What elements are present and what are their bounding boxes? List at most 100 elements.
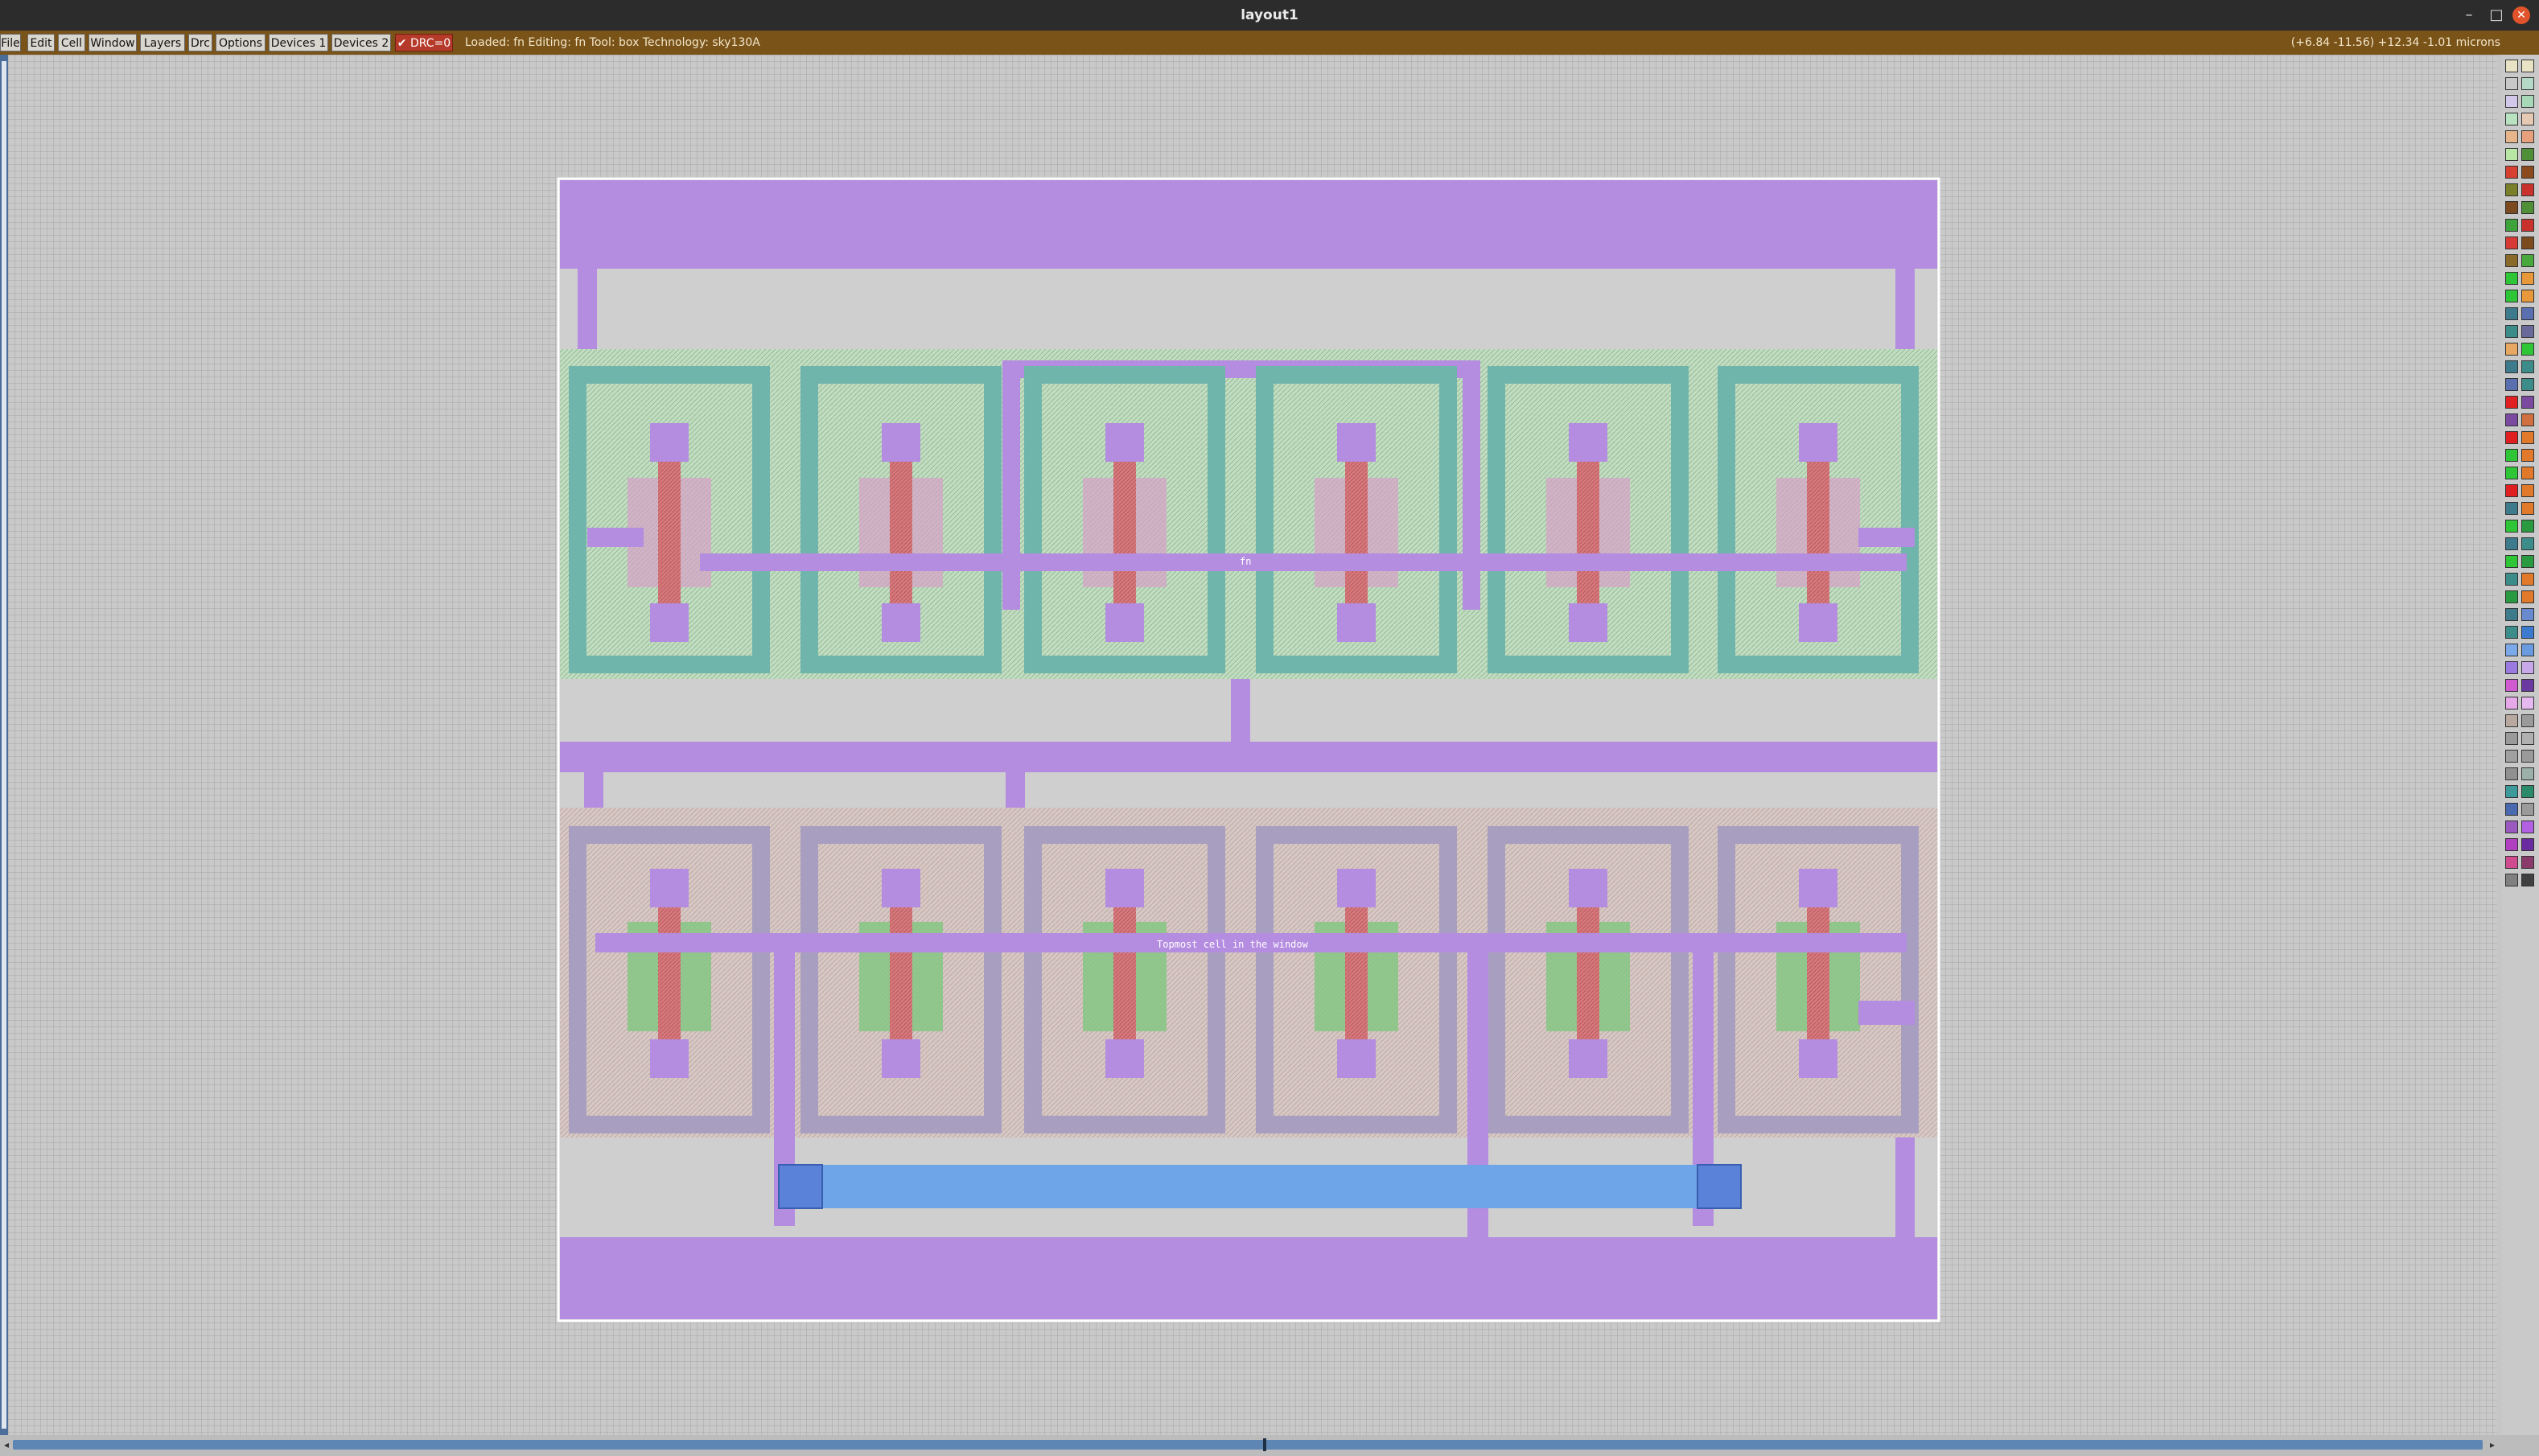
layer-swatch[interactable] — [2505, 520, 2518, 533]
layer-swatch[interactable] — [2521, 396, 2534, 409]
layer-swatch[interactable] — [2521, 272, 2534, 285]
layer-swatch[interactable] — [2521, 130, 2534, 143]
layer-swatch[interactable] — [2521, 821, 2534, 833]
layer-swatch[interactable] — [2505, 502, 2518, 515]
layer-swatch[interactable] — [2521, 732, 2534, 745]
layout-canvas[interactable]: fn Topmost cell in the window — [8, 55, 2497, 1435]
layer-swatch[interactable] — [2521, 520, 2534, 533]
layer-swatch[interactable] — [2505, 325, 2518, 338]
mid-bus[interactable] — [560, 742, 1937, 772]
layer-swatch[interactable] — [2521, 77, 2534, 90]
layer-swatch[interactable] — [2505, 360, 2518, 373]
layer-swatch[interactable] — [2505, 821, 2518, 833]
horizontal-scrollbar-track[interactable] — [13, 1440, 2483, 1450]
drc-status-button[interactable]: ✔ DRC=0 — [395, 34, 453, 51]
layer-swatch[interactable] — [2505, 413, 2518, 426]
menu-options[interactable]: Options — [216, 34, 265, 51]
layer-swatch[interactable] — [2505, 644, 2518, 656]
layer-swatch[interactable] — [2521, 644, 2534, 656]
layer-swatch[interactable] — [2505, 626, 2518, 639]
layer-swatch[interactable] — [2505, 396, 2518, 409]
layer-swatch[interactable] — [2521, 360, 2534, 373]
layer-swatch[interactable] — [2505, 130, 2518, 143]
layer-swatch[interactable] — [2505, 148, 2518, 161]
top-routing-left[interactable] — [1002, 360, 1020, 610]
vdd-rail[interactable] — [560, 180, 1937, 269]
layer-swatch[interactable] — [2505, 307, 2518, 320]
layer-swatch[interactable] — [2521, 254, 2534, 267]
layer-swatch[interactable] — [2505, 219, 2518, 232]
layer-swatch[interactable] — [2505, 608, 2518, 621]
layer-swatch[interactable] — [2505, 60, 2518, 72]
layer-swatch[interactable] — [2505, 785, 2518, 798]
layer-swatch[interactable] — [2505, 484, 2518, 497]
layer-swatch[interactable] — [2505, 201, 2518, 214]
layer-swatch[interactable] — [2521, 166, 2534, 179]
layer-swatch[interactable] — [2505, 732, 2518, 745]
layer-swatch[interactable] — [2505, 343, 2518, 356]
close-button[interactable]: ✕ — [2512, 6, 2530, 24]
scroll-left-arrow-icon[interactable]: ◂ — [2, 1438, 11, 1451]
top-right-stub[interactable] — [1858, 528, 1915, 547]
layer-swatch[interactable] — [2505, 183, 2518, 196]
layer-swatch[interactable] — [2521, 803, 2534, 816]
via-right[interactable] — [1697, 1164, 1742, 1209]
layer-swatch[interactable] — [2505, 113, 2518, 125]
layer-swatch[interactable] — [2521, 60, 2534, 72]
vertical-scrollbar[interactable] — [0, 55, 8, 1435]
layer-swatch[interactable] — [2521, 573, 2534, 586]
layer-swatch[interactable] — [2521, 307, 2534, 320]
metal2-bus[interactable] — [779, 1165, 1741, 1208]
menu-devices-1[interactable]: Devices 1 — [269, 34, 328, 51]
layer-swatch[interactable] — [2505, 449, 2518, 462]
layer-swatch[interactable] — [2505, 767, 2518, 780]
layer-swatch[interactable] — [2521, 856, 2534, 869]
layer-swatch[interactable] — [2521, 767, 2534, 780]
menu-devices-2[interactable]: Devices 2 — [331, 34, 391, 51]
layer-swatch[interactable] — [2505, 378, 2518, 391]
layer-swatch[interactable] — [2505, 838, 2518, 851]
layer-swatch[interactable] — [2505, 661, 2518, 674]
layer-swatch[interactable] — [2521, 183, 2534, 196]
menu-window[interactable]: Window — [88, 34, 137, 51]
layer-swatch[interactable] — [2505, 431, 2518, 444]
layer-swatch[interactable] — [2521, 484, 2534, 497]
layer-swatch[interactable] — [2521, 113, 2534, 125]
maximize-button[interactable]: □ — [2484, 0, 2508, 31]
bottom-mid-vert[interactable] — [1467, 952, 1488, 1290]
layer-swatch[interactable] — [2521, 290, 2534, 302]
layer-swatch[interactable] — [2521, 661, 2534, 674]
layer-swatch[interactable] — [2521, 750, 2534, 763]
layer-swatch[interactable] — [2521, 343, 2534, 356]
layer-swatch[interactable] — [2505, 679, 2518, 692]
layer-swatch[interactable] — [2505, 95, 2518, 108]
layer-swatch[interactable] — [2521, 608, 2534, 621]
top-routing-right[interactable] — [1463, 360, 1480, 610]
layer-swatch[interactable] — [2505, 555, 2518, 568]
layer-swatch[interactable] — [2505, 236, 2518, 249]
layer-swatch[interactable] — [2521, 413, 2534, 426]
minimize-button[interactable]: – — [2457, 0, 2481, 31]
layer-swatch[interactable] — [2505, 290, 2518, 302]
layer-swatch[interactable] — [2505, 537, 2518, 550]
layer-swatch[interactable] — [2521, 201, 2534, 214]
layer-swatch[interactable] — [2505, 272, 2518, 285]
layer-swatch[interactable] — [2521, 502, 2534, 515]
layer-swatch[interactable] — [2521, 537, 2534, 550]
layer-swatch[interactable] — [2521, 838, 2534, 851]
layer-swatch[interactable] — [2505, 714, 2518, 727]
layer-swatch[interactable] — [2521, 236, 2534, 249]
layer-swatch[interactable] — [2521, 626, 2534, 639]
menu-file[interactable]: File — [0, 34, 21, 51]
horizontal-scrollbar-thumb[interactable] — [1263, 1438, 1266, 1451]
layer-swatch[interactable] — [2505, 750, 2518, 763]
layer-swatch[interactable] — [2521, 325, 2534, 338]
menu-cell[interactable]: Cell — [58, 34, 85, 51]
layer-swatch[interactable] — [2521, 679, 2534, 692]
menu-drc[interactable]: Drc — [188, 34, 212, 51]
layer-swatch[interactable] — [2505, 254, 2518, 267]
layer-swatch[interactable] — [2521, 95, 2534, 108]
layer-swatch[interactable] — [2505, 166, 2518, 179]
layout-drawing[interactable]: fn Topmost cell in the window — [8, 55, 2497, 1435]
bottom-right-stub[interactable] — [1858, 1001, 1915, 1025]
